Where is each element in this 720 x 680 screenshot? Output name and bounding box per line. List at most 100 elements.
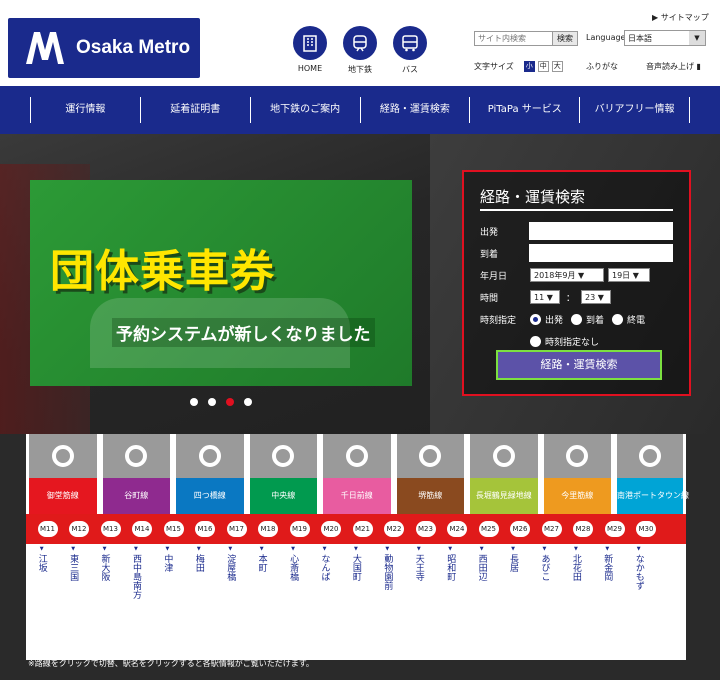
left-background — [0, 434, 26, 680]
station-number[interactable]: M17 — [226, 521, 247, 537]
minute-select[interactable]: 23 ▼ — [581, 290, 612, 304]
station-number[interactable]: M14 — [132, 521, 152, 537]
read-aloud-link[interactable]: 音声読み上げ ▮ — [646, 61, 701, 72]
day-select[interactable]: 19日 ▼ — [608, 268, 650, 282]
route-search-button[interactable]: 経路・運賃検索 — [496, 350, 662, 380]
triangle-down-icon: ▼ — [165, 546, 170, 552]
station-name[interactable]: ▼ 西中島南方 — [120, 546, 151, 660]
station-name[interactable]: ▼ 江坂 — [26, 546, 57, 660]
station-number[interactable]: M16 — [195, 521, 215, 537]
hour-select[interactable]: 11 ▼ — [530, 290, 560, 304]
station-name[interactable]: ▼ あびこ — [529, 546, 560, 660]
station-name[interactable]: ▼ 東三国 — [57, 546, 88, 660]
nav-route-fare-search[interactable]: 経路・運賃検索 — [359, 97, 470, 123]
station-name[interactable]: ▼ なんば — [309, 546, 340, 660]
carousel-dot-active[interactable] — [226, 398, 234, 406]
home-link[interactable]: HOME — [285, 26, 335, 73]
logo[interactable]: Osaka Metro — [8, 18, 200, 78]
sitemap-link[interactable]: ▶ サイトマップ — [652, 12, 709, 23]
line-name: 中央線 — [249, 478, 317, 514]
to-station-input[interactable] — [529, 244, 673, 262]
triangle-down-icon: ▼ — [479, 546, 484, 552]
station-number[interactable]: M19 — [289, 521, 310, 537]
station-number[interactable]: M24 — [447, 521, 467, 537]
station-name[interactable]: ▼ 北花田 — [560, 546, 591, 660]
circle-icon — [51, 445, 74, 467]
nav-subway-guide[interactable]: 地下鉄のご案内 — [249, 97, 360, 123]
carousel-dot[interactable] — [244, 398, 252, 406]
station-name[interactable]: ▼ 中津 — [152, 546, 183, 660]
line-tab[interactable]: 南港ポートタウン線 — [614, 434, 689, 514]
station-number[interactable]: M11 — [37, 521, 58, 537]
line-tab[interactable]: 四つ橋線 — [173, 434, 247, 514]
bus-link[interactable]: バス — [385, 26, 435, 75]
station-name[interactable]: ▼ 新金岡 — [592, 546, 623, 660]
radio-no-time[interactable]: 時刻指定なし — [530, 335, 599, 348]
station-number[interactable]: M15 — [163, 521, 184, 537]
fontsize-medium[interactable]: 中 — [537, 61, 549, 72]
station-name[interactable]: ▼ なかもず — [623, 546, 654, 660]
subway-link[interactable]: 地下鉄 — [335, 26, 385, 75]
line-map: 御堂筋線 谷町線 四つ橋線 中央線 千日前線 堺筋線 長堀鶴見緑地線 今里筋線 南港ポートタウン… — [26, 434, 689, 660]
nav-service-status[interactable]: 運行情報 — [30, 97, 140, 123]
furigana-link[interactable]: ふりがな — [586, 61, 618, 72]
station-number[interactable]: M25 — [478, 521, 499, 537]
station-number[interactable]: M18 — [258, 521, 278, 537]
search-input[interactable] — [475, 32, 552, 45]
language-select[interactable]: 日本語 ▼ — [624, 30, 706, 46]
station-number[interactable]: M26 — [510, 521, 530, 537]
carousel-dot[interactable] — [208, 398, 216, 406]
banner-slide[interactable]: 団体乗車券 予約システムが新しくなりました — [30, 180, 412, 386]
station-name[interactable]: ▼ 動物園前 — [372, 546, 403, 660]
line-tab[interactable]: 堺筋線 — [394, 434, 468, 514]
line-tab[interactable]: 今里筋線 — [541, 434, 615, 514]
station-name-text: 新金岡 — [602, 554, 613, 581]
line-tab-header — [102, 434, 170, 478]
line-tab[interactable]: 長堀鶴見緑地線 — [467, 434, 541, 514]
line-tab[interactable]: 千日前線 — [320, 434, 394, 514]
station-name-text: なんば — [319, 554, 330, 581]
station-name[interactable]: ▼ 梅田 — [183, 546, 214, 660]
fontsize-large[interactable]: 大 — [551, 61, 563, 72]
station-name[interactable]: ▼ 淀屋橋 — [215, 546, 246, 660]
line-tab[interactable]: 谷町線 — [100, 434, 174, 514]
line-tab[interactable]: 中央線 — [247, 434, 321, 514]
radio-last-train[interactable]: 終電 — [612, 313, 645, 326]
station-name[interactable]: ▼ 本町 — [246, 546, 277, 660]
station-number[interactable]: M13 — [100, 521, 121, 537]
station-number[interactable]: M30 — [636, 521, 656, 537]
station-name[interactable]: ▼ 昭和町 — [434, 546, 465, 660]
nav-barrier-free[interactable]: バリアフリー情報 — [579, 97, 690, 123]
station-number[interactable]: M23 — [415, 521, 436, 537]
station-number[interactable]: M27 — [541, 521, 562, 537]
nav-delay-certificate[interactable]: 延着証明書 — [139, 97, 250, 123]
radio-arrival[interactable]: 到着 — [571, 313, 604, 326]
station-name[interactable]: ▼ 大国町 — [340, 546, 371, 660]
station-number[interactable]: M29 — [604, 521, 625, 537]
station-number[interactable]: M21 — [352, 521, 373, 537]
search-button[interactable]: 検索 — [552, 32, 577, 45]
station-name[interactable]: ▼ 新大阪 — [89, 546, 120, 660]
radio-off-icon — [571, 313, 583, 325]
carousel-dot[interactable] — [190, 398, 198, 406]
station-number[interactable]: M12 — [69, 521, 89, 537]
month-select[interactable]: 2018年9月 ▼ — [530, 268, 604, 282]
radio-departure[interactable]: 出発 — [530, 313, 563, 326]
station-name[interactable]: ▼ 長居 — [497, 546, 528, 660]
station-number[interactable]: M22 — [384, 521, 404, 537]
nav-pitapa[interactable]: PiTaPa サービス — [469, 97, 579, 123]
station-number[interactable]: M20 — [321, 521, 341, 537]
from-station-input[interactable] — [529, 222, 673, 240]
fontsize-small[interactable]: 小 — [523, 61, 535, 72]
station-name-text: 本町 — [256, 554, 267, 572]
station-number[interactable]: M28 — [573, 521, 593, 537]
home-label: HOME — [297, 64, 323, 73]
line-tab[interactable]: 御堂筋線 — [26, 434, 100, 514]
time-separator: ： — [566, 293, 576, 304]
station-name[interactable]: ▼ 心斎橋 — [277, 546, 308, 660]
station-name[interactable]: ▼ 天王寺 — [403, 546, 434, 660]
station-name-text: 中津 — [162, 554, 173, 572]
station-name[interactable]: ▼ 西田辺 — [466, 546, 497, 660]
from-label: 出発 — [480, 227, 499, 238]
line-name: 堺筋線 — [396, 478, 464, 514]
